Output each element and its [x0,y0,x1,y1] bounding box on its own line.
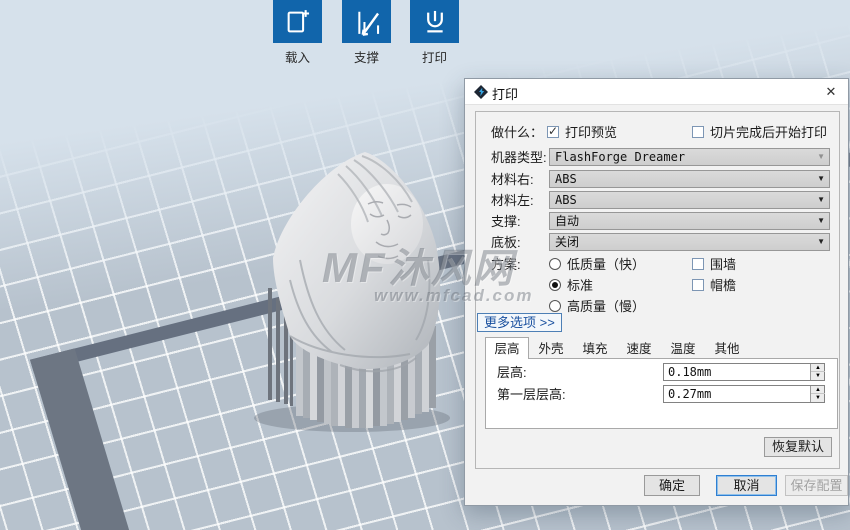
material-right-label: 材料右: [491,172,534,187]
dialog-title: 打印 [492,87,519,102]
checkmark-icon: ✓ [548,124,559,138]
tab-shell[interactable]: 外壳 [529,339,573,359]
raft-label: 底板: [491,235,521,250]
load-document-icon [287,9,309,32]
radio-standard[interactable] [549,279,561,291]
what-label: 做什么： [491,125,544,140]
brim-checkbox-label[interactable]: 帽檐 [710,276,736,295]
support-select-label: 支撑: [491,214,521,229]
layer-height-spinner[interactable]: 0.18mm ▲ ▼ [663,363,825,381]
raft-value: 关闭 [555,235,580,249]
spin-up-icon[interactable]: ▲ [811,364,825,372]
scheme-label: 方案: [491,257,521,272]
tab-layer-height[interactable]: 层高 [485,337,529,359]
save-config-button[interactable]: 保存配置 [785,475,848,496]
material-right-value: ABS [555,172,577,186]
layer-height-value: 0.18mm [668,365,712,379]
dropdown-arrow-icon: ▼ [817,216,825,225]
dropdown-arrow-icon: ▼ [817,152,825,161]
flashprint-logo-icon [474,85,488,99]
raft-select[interactable]: 关闭 ▼ [549,233,830,251]
tab-speed[interactable]: 速度 [617,339,661,359]
print-extruder-icon [426,10,443,32]
spin-up-icon[interactable]: ▲ [811,386,825,394]
dropdown-arrow-icon: ▼ [817,174,825,183]
settings-tabstrip: 层高 外壳 填充 速度 温度 其他 [485,337,749,359]
first-layer-height-value: 0.27mm [668,387,712,401]
spin-down-icon[interactable]: ▼ [811,394,825,402]
preview-checkbox-label[interactable]: 打印预览 [565,123,617,142]
brim-checkbox[interactable] [692,279,704,291]
cancel-button[interactable]: 取消 [716,475,777,496]
support-value: 自动 [555,214,580,228]
dialog-titlebar[interactable]: 打印 ✕ [465,79,848,105]
radio-high-quality-label[interactable]: 高质量（慢） [567,297,645,316]
machine-type-select[interactable]: FlashForge Dreamer ▼ [549,148,830,166]
radio-standard-label[interactable]: 标准 [567,276,593,295]
radio-low-quality[interactable] [549,258,561,270]
layer-height-panel: 层高: 0.18mm ▲ ▼ 第一层层高: 0.27mm ▲ ▼ [485,358,838,429]
layer-height-label: 层高: [497,365,527,380]
spinner-buttons: ▲ ▼ [810,364,825,380]
model-bust-with-supports[interactable] [140,140,460,440]
material-right-select[interactable]: ABS ▼ [549,170,830,188]
tab-infill[interactable]: 填充 [573,339,617,359]
print-button-label: 打印 [421,51,447,65]
support-pencil-icon [357,11,379,36]
app-window: 载入 支撑 打印 打印 ✕ 做什么： ✓ 打印预览 切片完成后开始打印 机器类型… [0,0,850,530]
radio-low-quality-label[interactable]: 低质量（快） [567,255,645,274]
start-after-slice-checkbox[interactable] [692,126,704,138]
close-icon[interactable]: ✕ [822,83,840,101]
material-left-select[interactable]: ABS ▼ [549,191,830,209]
ok-button[interactable]: 确定 [644,475,700,496]
restore-defaults-button[interactable]: 恢复默认 [764,437,832,457]
first-layer-height-label: 第一层层高: [497,387,566,402]
first-layer-height-spinner[interactable]: 0.27mm ▲ ▼ [663,385,825,403]
print-dialog: 打印 ✕ 做什么： ✓ 打印预览 切片完成后开始打印 机器类型: FlashFo… [464,78,849,506]
spin-down-icon[interactable]: ▼ [811,372,825,380]
dropdown-arrow-icon: ▼ [817,195,825,204]
start-after-slice-checkbox-label[interactable]: 切片完成后开始打印 [710,123,827,142]
spinner-buttons: ▲ ▼ [810,386,825,402]
more-options-button[interactable]: 更多选项 >> [477,313,562,332]
material-left-value: ABS [555,193,577,207]
support-select[interactable]: 自动 ▼ [549,212,830,230]
wall-checkbox[interactable] [692,258,704,270]
material-left-label: 材料左: [491,193,534,208]
tab-others[interactable]: 其他 [705,339,749,359]
load-button[interactable] [273,0,322,43]
wall-checkbox-label[interactable]: 围墙 [710,255,736,274]
support-button[interactable] [342,0,391,43]
radio-high-quality[interactable] [549,300,561,312]
support-button-label: 支撑 [353,51,379,65]
load-button-label: 载入 [284,51,310,65]
preview-checkbox[interactable]: ✓ [547,124,559,138]
machine-type-label: 机器类型: [491,150,547,165]
machine-type-value: FlashForge Dreamer [555,150,686,164]
dropdown-arrow-icon: ▼ [817,237,825,246]
tab-temperature[interactable]: 温度 [661,339,705,359]
print-button[interactable] [410,0,459,43]
